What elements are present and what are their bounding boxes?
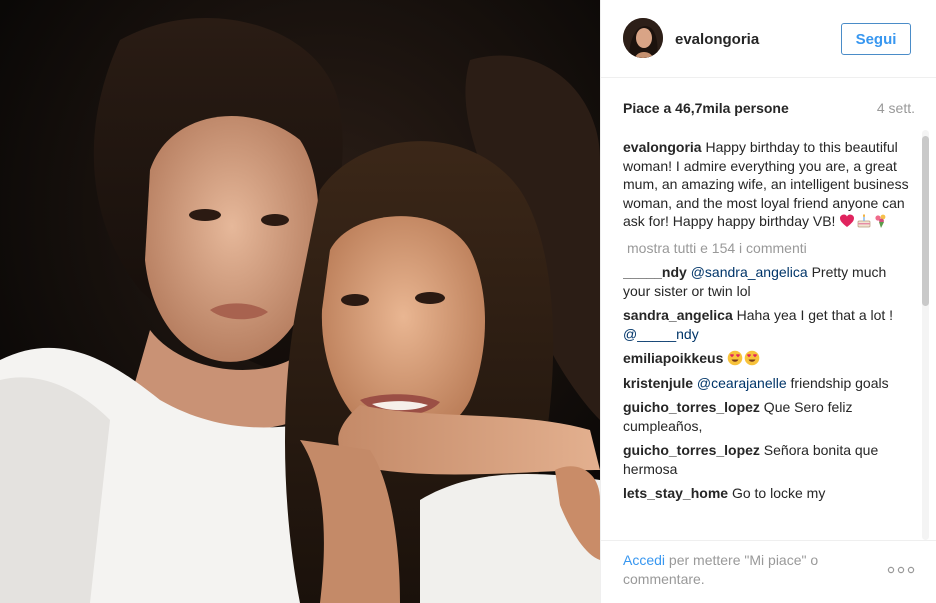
comment-mention[interactable]: @cearajanelle bbox=[697, 375, 787, 391]
follow-button[interactable]: Segui bbox=[841, 23, 911, 55]
likes-row: Piace a 46,7mila persone 4 sett. bbox=[623, 100, 915, 118]
post-header: evalongoria Segui bbox=[601, 0, 936, 78]
comment-item: _____ndy @sandra_angelica Pretty much yo… bbox=[623, 263, 913, 300]
post-footer: Accedi per mettere "Mi piace" o commenta… bbox=[601, 540, 936, 603]
comment-mention[interactable]: @_____ndy bbox=[623, 326, 699, 342]
author-avatar[interactable] bbox=[623, 18, 663, 58]
post-side-panel: evalongoria Segui Piace a 46,7mila perso… bbox=[600, 0, 936, 603]
cake-emoji bbox=[857, 214, 871, 228]
caption-username[interactable]: evalongoria bbox=[623, 139, 702, 155]
post-time[interactable]: 4 sett. bbox=[877, 100, 915, 116]
comments-scrollbar[interactable] bbox=[922, 130, 929, 540]
comment-text: Haha yea I get that a lot ! bbox=[732, 307, 894, 323]
heart-eyes-emoji bbox=[727, 350, 743, 366]
comment-item: kristenjule @cearajanelle friendship goa… bbox=[623, 374, 913, 393]
bouquet-emoji bbox=[875, 214, 886, 228]
post-photo[interactable] bbox=[0, 0, 600, 603]
comments-list[interactable]: evalongoria Happy birthday to this beaut… bbox=[623, 138, 913, 532]
likes-count[interactable]: Piace a 46,7mila persone bbox=[623, 100, 789, 116]
login-link[interactable]: Accedi bbox=[623, 552, 665, 568]
comment-username[interactable]: _____ndy bbox=[623, 264, 687, 280]
comment-item: sandra_angelica Haha yea I get that a lo… bbox=[623, 306, 913, 343]
comment-mention[interactable]: @sandra_angelica bbox=[691, 264, 808, 280]
comment-item: guicho_torres_lopez Que Sero feliz cumpl… bbox=[623, 398, 913, 435]
login-prompt: Accedi per mettere "Mi piace" o commenta… bbox=[623, 551, 863, 589]
comment-username[interactable]: sandra_angelica bbox=[623, 307, 733, 323]
comment-item: lets_stay_home Go to locke my bbox=[623, 484, 913, 503]
comment-item: emiliapoikkeus bbox=[623, 349, 913, 368]
avatar-image bbox=[623, 18, 663, 58]
comment-username[interactable]: guicho_torres_lopez bbox=[623, 442, 760, 458]
comment-text: friendship goals bbox=[786, 374, 889, 391]
comment-item: guicho_torres_lopez Señora bonita que he… bbox=[623, 441, 913, 478]
comment-text: Go to locke my bbox=[728, 485, 826, 501]
show-all-comments-link[interactable]: mostra tutti e 154 i commenti bbox=[627, 239, 913, 258]
author-username[interactable]: evalongoria bbox=[675, 31, 759, 48]
comment-username[interactable]: guicho_torres_lopez bbox=[623, 399, 760, 415]
comment-username[interactable]: kristenjule bbox=[623, 375, 693, 391]
comment-username[interactable]: lets_stay_home bbox=[623, 485, 728, 501]
scrollbar-thumb[interactable] bbox=[922, 136, 929, 306]
heart-eyes-emoji bbox=[744, 350, 760, 366]
more-options-icon[interactable] bbox=[886, 563, 916, 577]
heart-emoji bbox=[840, 214, 855, 227]
caption: evalongoria Happy birthday to this beaut… bbox=[623, 138, 913, 231]
comment-username[interactable]: emiliapoikkeus bbox=[623, 350, 723, 366]
photo-illustration bbox=[0, 0, 600, 603]
